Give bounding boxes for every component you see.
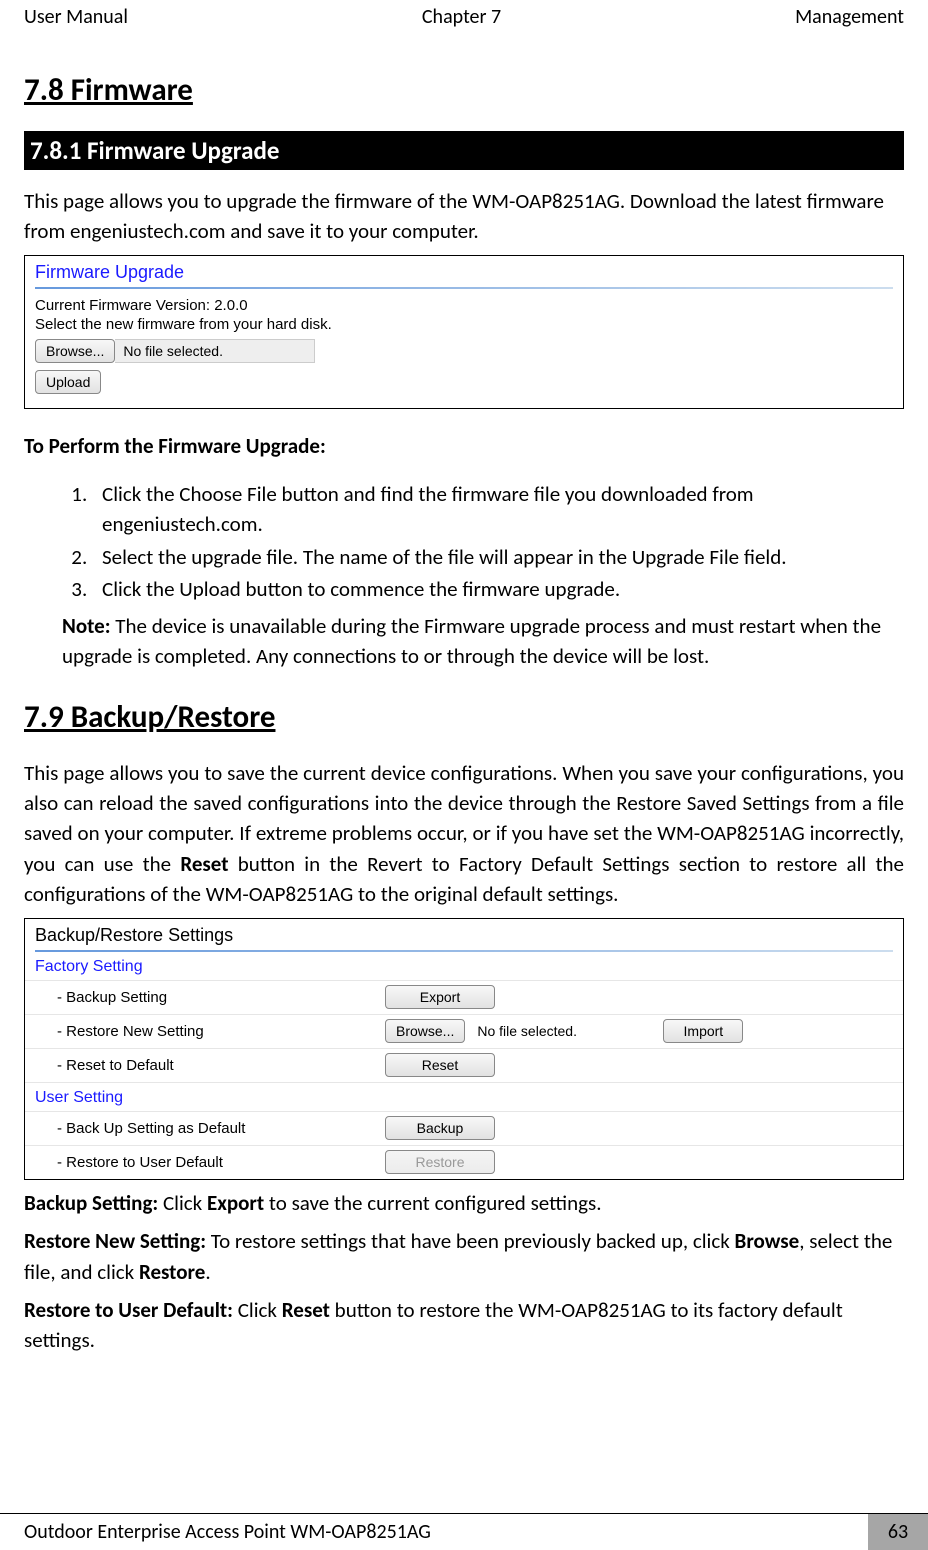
note-label: Note:	[62, 613, 111, 639]
section-7-9-title: 7.9 Backup/Restore	[24, 698, 904, 736]
subsection-7-8-1-bar: 7.8.1 Firmware Upgrade	[24, 131, 904, 170]
row-label: - Reset to Default	[35, 1057, 385, 1074]
firmware-version-line: Current Firmware Version: 2.0.0	[35, 297, 893, 314]
restore-new-setting-definition: Restore New Setting: To restore settings…	[24, 1226, 904, 1287]
reset-button[interactable]: Reset	[385, 1053, 495, 1077]
perform-upgrade-heading: To Perform the Firmware Upgrade:	[24, 433, 904, 459]
file-selected-text: No file selected.	[469, 1023, 659, 1039]
row-label: - Back Up Setting as Default	[35, 1120, 385, 1137]
backup-as-default-row: - Back Up Setting as Default Backup	[25, 1111, 903, 1145]
backup-setting-row: - Backup Setting Export	[25, 980, 903, 1014]
row-label: - Restore New Setting	[35, 1023, 385, 1040]
section-7-8-title: 7.8 Firmware	[24, 71, 904, 109]
export-button[interactable]: Export	[385, 985, 495, 1009]
upgrade-step: Select the upgrade file. The name of the…	[92, 542, 904, 572]
note-text: The device is unavailable during the Fir…	[62, 613, 881, 669]
page-header: User Manual Chapter 7 Management	[0, 0, 928, 45]
backup-restore-screenshot: Backup/Restore Settings Factory Setting …	[24, 918, 904, 1180]
import-button[interactable]: Import	[663, 1019, 743, 1043]
firmware-upgrade-screenshot: Firmware Upgrade Current Firmware Versio…	[24, 255, 904, 409]
upgrade-note: Note: The device is unavailable during t…	[62, 611, 904, 672]
footer-text: Outdoor Enterprise Access Point WM-OAP82…	[0, 1520, 868, 1544]
file-selected-text: No file selected.	[115, 339, 315, 363]
divider	[35, 287, 893, 289]
reset-default-row: - Reset to Default Reset	[25, 1048, 903, 1082]
page-footer: Outdoor Enterprise Access Point WM-OAP82…	[0, 1513, 928, 1549]
footer-page-number: 63	[868, 1514, 928, 1550]
backup-intro-text: This page allows you to save the current…	[24, 758, 904, 910]
header-right: Management	[795, 5, 904, 29]
browse-button[interactable]: Browse...	[385, 1019, 465, 1043]
factory-setting-label: Factory Setting	[25, 952, 903, 980]
restore-user-default-definition: Restore to User Default: Click Reset but…	[24, 1295, 904, 1356]
firmware-intro-text: This page allows you to upgrade the firm…	[24, 186, 904, 247]
upgrade-step: Click the Upload button to commence the …	[92, 574, 904, 604]
firmware-shot-title: Firmware Upgrade	[35, 262, 893, 283]
firmware-file-row: Browse... No file selected.	[35, 339, 893, 363]
browse-button[interactable]: Browse...	[35, 339, 115, 363]
firmware-select-line: Select the new firmware from your hard d…	[35, 316, 893, 333]
upload-button[interactable]: Upload	[35, 370, 101, 394]
restore-new-setting-row: - Restore New Setting Browse... No file …	[25, 1014, 903, 1048]
restore-user-default-row: - Restore to User Default Restore	[25, 1145, 903, 1179]
page-content: 7.8 Firmware 7.8.1 Firmware Upgrade This…	[0, 71, 928, 1444]
user-setting-label: User Setting	[25, 1082, 903, 1111]
backup-setting-definition: Backup Setting: Click Export to save the…	[24, 1188, 904, 1218]
upgrade-step: Click the Choose File button and find th…	[92, 479, 904, 540]
backup-shot-title: Backup/Restore Settings	[25, 919, 903, 950]
restore-button[interactable]: Restore	[385, 1150, 495, 1174]
header-center: Chapter 7	[422, 5, 501, 29]
row-label: - Backup Setting	[35, 989, 385, 1006]
upgrade-steps-list: Click the Choose File button and find th…	[92, 479, 904, 605]
backup-button[interactable]: Backup	[385, 1116, 495, 1140]
row-label: - Restore to User Default	[35, 1154, 385, 1171]
header-left: User Manual	[24, 5, 128, 29]
